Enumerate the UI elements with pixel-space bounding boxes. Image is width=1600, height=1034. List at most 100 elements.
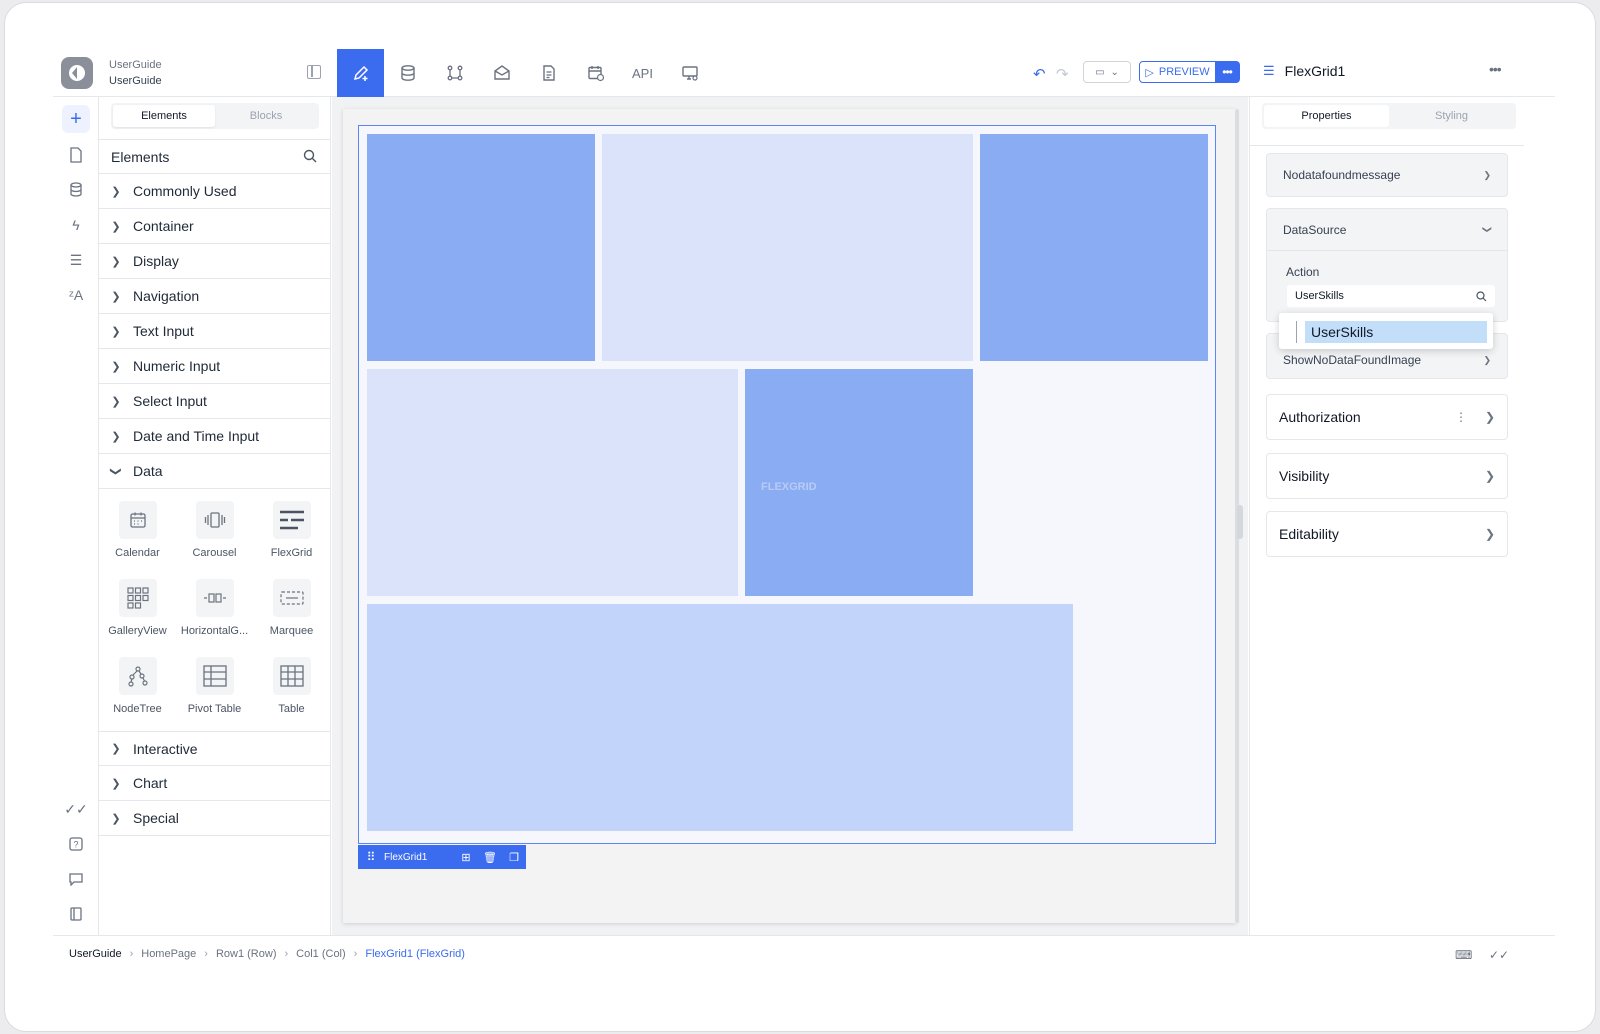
category-interactive[interactable]: ❯ Interactive — [99, 731, 331, 766]
category-navigation[interactable]: ❯ Navigation — [99, 279, 331, 314]
element-nodetree[interactable]: NodeTree — [99, 657, 176, 715]
search-icon[interactable] — [303, 149, 317, 163]
element-marquee[interactable]: Marquee — [253, 579, 330, 637]
flexgrid-cell[interactable] — [980, 369, 1208, 596]
project-name-line2: UserGuide — [109, 75, 162, 87]
component-more-icon[interactable]: ••• — [1489, 61, 1502, 77]
preview-action[interactable]: ▷ PREVIEW — [1140, 62, 1215, 82]
authorization-section[interactable]: Authorization ⋮ ❯ — [1266, 394, 1508, 440]
actions-icon[interactable]: ϟ — [62, 211, 90, 239]
breadcrumb-item[interactable]: HomePage — [141, 948, 196, 960]
document-icon — [542, 65, 555, 81]
check-all-icon[interactable]: ✓✓ — [62, 795, 90, 823]
design-canvas[interactable]: FLEXGRID ⠿ FlexGrid1 ⊞ 🗑 ❐ — [343, 109, 1239, 923]
chat-icon[interactable] — [62, 865, 90, 893]
category-label: Interactive — [133, 740, 198, 757]
element-label: Marquee — [269, 625, 314, 637]
category-numeric-input[interactable]: ❯ Numeric Input — [99, 349, 331, 384]
category-container[interactable]: ❯ Container — [99, 209, 331, 244]
nodatafoundmessage-section[interactable]: Nodatafoundmessage ❯ — [1266, 153, 1508, 197]
play-icon: ▷ — [1145, 66, 1154, 79]
element-calendar[interactable]: Calendar — [99, 501, 176, 559]
database-icon — [400, 65, 415, 81]
document-tool-button[interactable] — [525, 49, 572, 97]
flexgrid-cell[interactable] — [980, 134, 1208, 361]
preview-label: PREVIEW — [1158, 66, 1210, 78]
desktop-icon: ▭ — [1095, 66, 1105, 78]
category-label: Special — [133, 810, 179, 826]
flexgrid-cell[interactable] — [367, 604, 1073, 831]
api-tool-button[interactable]: API — [619, 49, 666, 97]
scheduler-tool-button[interactable] — [572, 49, 619, 97]
category-display[interactable]: ❯ Display — [99, 244, 331, 279]
element-table[interactable]: Table — [253, 657, 330, 715]
section-label: Editability — [1279, 526, 1339, 542]
selection-toolbar: ⠿ FlexGrid1 ⊞ 🗑 ❐ — [358, 845, 526, 869]
dropdown-option-userskills[interactable]: UserSkills — [1305, 321, 1487, 343]
category-commonly-used[interactable]: ❯ Commonly Used — [99, 174, 331, 209]
action-select[interactable]: UserSkills — [1287, 285, 1495, 307]
category-data[interactable]: ❯ Data — [99, 454, 331, 489]
undo-icon[interactable]: ↶ — [1033, 65, 1046, 83]
translate-icon[interactable]: ᶻA — [62, 281, 90, 309]
sidebar-collapse-icon[interactable] — [307, 65, 321, 79]
email-tool-button[interactable] — [478, 49, 525, 97]
flexgrid-component[interactable]: FLEXGRID — [358, 125, 1216, 844]
screen-settings-tool-button[interactable] — [666, 49, 713, 97]
datasource-section[interactable]: DataSource ❯ Action UserSkills — [1266, 208, 1508, 322]
breadcrumb-item[interactable]: Row1 (Row) — [216, 948, 277, 960]
chevron-right-icon: ❯ — [1484, 469, 1495, 483]
preview-button[interactable]: ▷ PREVIEW ••• — [1139, 61, 1240, 83]
visibility-section[interactable]: Visibility ❯ — [1266, 453, 1508, 499]
element-pivot-table[interactable]: Pivot Table — [176, 657, 253, 715]
flexgrid-cell[interactable] — [367, 134, 595, 361]
device-select[interactable]: ▭ ⌄ — [1083, 61, 1131, 83]
calendar-clock-icon — [587, 66, 604, 82]
breadcrumb-item[interactable]: Col1 (Col) — [296, 948, 346, 960]
pages-icon[interactable] — [62, 141, 90, 169]
category-chart[interactable]: ❯ Chart — [99, 766, 331, 801]
category-special[interactable]: ❯ Special — [99, 801, 331, 836]
flexgrid-cell[interactable] — [602, 134, 973, 361]
redo-icon[interactable]: ↷ — [1056, 65, 1069, 83]
kebab-menu-icon[interactable]: ⋮ — [1455, 410, 1467, 424]
database-tool-button[interactable] — [384, 49, 431, 97]
element-flexgrid[interactable]: FlexGrid — [253, 501, 330, 559]
app-logo[interactable] — [61, 57, 93, 89]
keyboard-icon[interactable]: ⌨ — [1455, 948, 1472, 962]
breadcrumb-item-current[interactable]: FlexGrid1 (FlexGrid) — [365, 948, 465, 960]
chevron-right-icon: › — [284, 948, 289, 960]
chevron-right-icon: › — [129, 948, 134, 960]
design-tool-button[interactable] — [337, 49, 384, 97]
element-carousel[interactable]: Carousel — [176, 501, 253, 559]
trash-icon[interactable]: 🗑 — [478, 851, 502, 864]
help-icon[interactable]: ? — [62, 830, 90, 858]
category-date-time-input[interactable]: ❯ Date and Time Input — [99, 419, 331, 454]
panel-resize-handle[interactable] — [1237, 505, 1243, 539]
elements-title: Elements — [111, 148, 170, 165]
element-horizontal-gallery[interactable]: HorizontalG... — [176, 579, 253, 637]
tab-blocks[interactable]: Blocks — [215, 105, 317, 127]
section-label: ShowNoDataFoundImage — [1283, 353, 1422, 367]
tab-properties[interactable]: Properties — [1264, 105, 1389, 127]
category-select-input[interactable]: ❯ Select Input — [99, 384, 331, 419]
editability-section[interactable]: Editability ❯ — [1266, 511, 1508, 557]
duplicate-icon[interactable]: ❐ — [502, 851, 526, 864]
flexgrid-cell[interactable] — [367, 369, 738, 596]
category-label: Commonly Used — [133, 183, 237, 199]
drag-handle-icon[interactable]: ⠿ — [358, 850, 384, 864]
workflow-tool-button[interactable] — [431, 49, 478, 97]
category-text-input[interactable]: ❯ Text Input — [99, 314, 331, 349]
more-options-icon[interactable]: ••• — [1215, 62, 1239, 82]
breadcrumb-item[interactable]: UserGuide — [69, 948, 122, 960]
add-child-icon[interactable]: ⊞ — [454, 851, 478, 864]
list-icon[interactable]: ☰ — [62, 246, 90, 274]
chevron-right-icon: ❯ — [111, 743, 121, 755]
tab-styling[interactable]: Styling — [1389, 105, 1514, 127]
tab-elements[interactable]: Elements — [113, 105, 215, 127]
book-icon[interactable] — [62, 900, 90, 928]
element-galleryview[interactable]: GalleryView — [99, 579, 176, 637]
check-all-icon[interactable]: ✓✓ — [1489, 948, 1509, 962]
add-element-icon[interactable]: + — [62, 105, 90, 133]
data-icon[interactable] — [62, 176, 90, 204]
